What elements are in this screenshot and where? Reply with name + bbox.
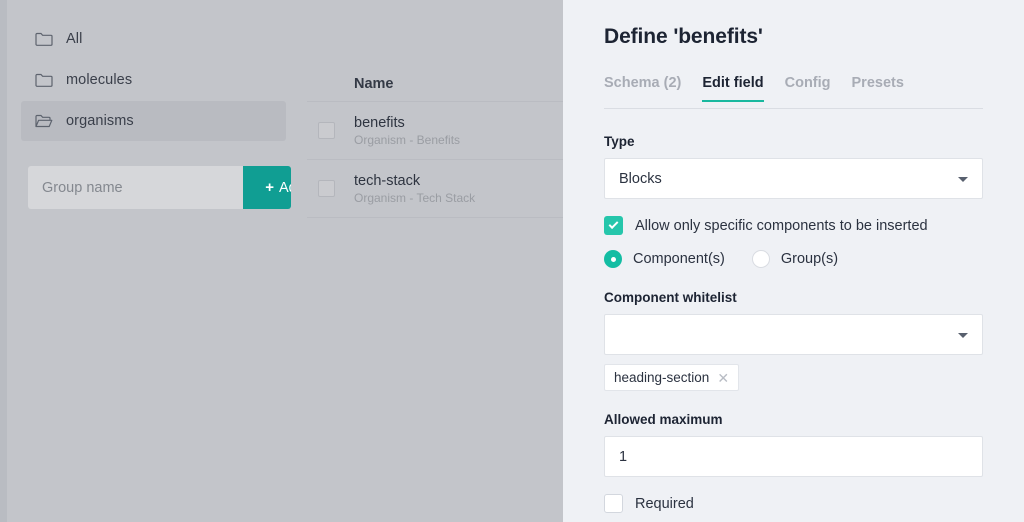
tabs-divider <box>604 108 983 109</box>
group-name-input[interactable] <box>28 166 243 209</box>
plus-icon: + <box>265 180 274 195</box>
type-select[interactable]: Blocks <box>604 158 983 199</box>
allow-specific-components-checkbox[interactable]: Allow only specific components to be ins… <box>604 216 928 235</box>
panel-tabs: Schema (2) Edit field Config Presets <box>604 75 984 109</box>
chevron-down-icon <box>958 177 968 182</box>
allowed-maximum-value: 1 <box>619 449 627 465</box>
add-group-form: + Add <box>28 166 291 209</box>
component-whitelist-select[interactable] <box>604 314 983 355</box>
app-left-edge <box>0 0 7 522</box>
checkbox-checked-icon <box>604 216 623 235</box>
list-item-title: benefits <box>354 115 460 131</box>
allowed-maximum-input[interactable]: 1 <box>604 436 983 477</box>
allowed-maximum-label: Allowed maximum <box>604 412 723 427</box>
page-title: Define 'benefits' <box>604 25 763 49</box>
tab-config[interactable]: Config <box>785 75 831 102</box>
radio-unselected-icon <box>752 250 770 268</box>
whitelist-chip[interactable]: heading-section ✕ <box>604 364 739 391</box>
whitelist-chip-label: heading-section <box>614 370 709 385</box>
required-label: Required <box>635 496 694 512</box>
radio-groups[interactable]: Group(s) <box>752 250 838 268</box>
group-item-all[interactable]: All <box>21 19 286 59</box>
component-whitelist-label: Component whitelist <box>604 290 737 305</box>
groups-sidebar: All molecules organisms + Add <box>7 0 293 522</box>
close-icon[interactable]: ✕ <box>717 371 729 385</box>
group-item-label: molecules <box>66 72 132 88</box>
list-item[interactable]: tech-stack Organism - Tech Stack <box>293 160 563 217</box>
group-item-label: All <box>66 31 82 47</box>
list-item-title: tech-stack <box>354 173 475 189</box>
tab-schema[interactable]: Schema (2) <box>604 75 681 102</box>
radio-components-label: Component(s) <box>633 251 725 267</box>
folder-icon <box>35 31 53 47</box>
type-select-value: Blocks <box>619 171 662 187</box>
tab-edit-field[interactable]: Edit field <box>702 75 763 102</box>
list-item[interactable]: benefits Organism - Benefits <box>293 102 563 159</box>
type-label: Type <box>604 134 635 149</box>
radio-selected-icon <box>604 250 622 268</box>
folder-icon <box>35 72 53 88</box>
checkbox-unchecked-icon <box>604 494 623 513</box>
group-item-molecules[interactable]: molecules <box>21 60 286 100</box>
scope-radio-group: Component(s) Group(s) <box>604 250 838 268</box>
list-item-subtitle: Organism - Tech Stack <box>354 191 475 205</box>
add-group-button-label: Add <box>279 180 291 196</box>
define-field-panel: Define 'benefits' Schema (2) Edit field … <box>563 0 1024 522</box>
folder-open-icon <box>35 113 53 129</box>
radio-groups-label: Group(s) <box>781 251 838 267</box>
add-group-button[interactable]: + Add <box>243 166 291 209</box>
modal-backdrop[interactable]: All molecules organisms + Add Name <box>0 0 563 522</box>
radio-components[interactable]: Component(s) <box>604 250 725 268</box>
group-item-organisms[interactable]: organisms <box>21 101 286 141</box>
group-item-label: organisms <box>66 113 134 129</box>
list-item-subtitle: Organism - Benefits <box>354 133 460 147</box>
chevron-down-icon <box>958 333 968 338</box>
allow-specific-components-label: Allow only specific components to be ins… <box>635 218 928 234</box>
column-header-name: Name <box>293 66 563 102</box>
row-checkbox[interactable] <box>318 122 335 139</box>
row-checkbox[interactable] <box>318 180 335 197</box>
tab-presets[interactable]: Presets <box>852 75 904 102</box>
component-list: Name benefits Organism - Benefits tech-s… <box>293 0 563 522</box>
list-divider <box>307 217 563 218</box>
required-checkbox[interactable]: Required <box>604 494 694 513</box>
